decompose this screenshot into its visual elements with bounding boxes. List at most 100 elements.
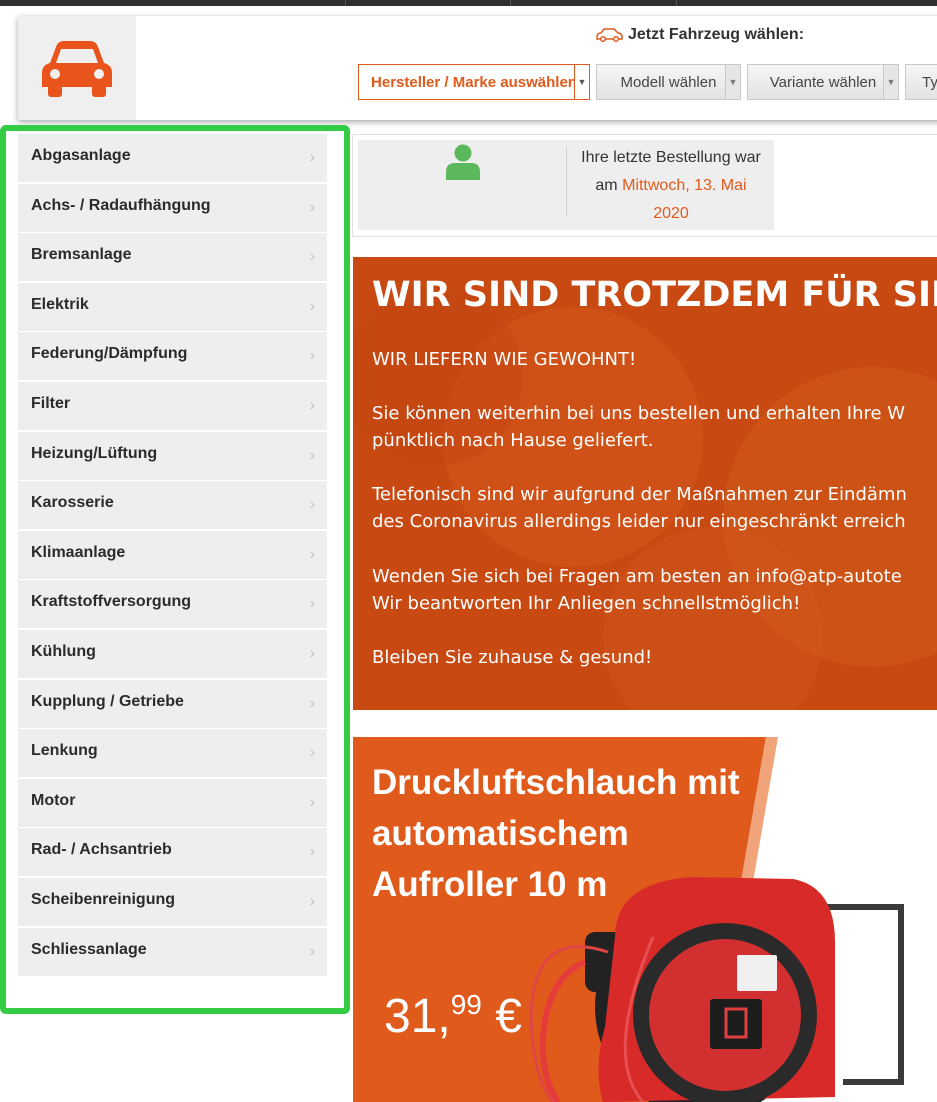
category-item[interactable]: Lenkung ›: [18, 729, 327, 778]
promo-title: Druckluftschlauch mit automatischem Aufr…: [372, 757, 740, 910]
category-label: Lenkung: [31, 742, 98, 760]
price-currency: €: [481, 990, 522, 1043]
last-order-year[interactable]: 2020: [653, 205, 689, 222]
chevron-right-icon: ›: [309, 149, 315, 166]
category-item[interactable]: Achs- / Radaufhängung ›: [18, 183, 327, 232]
category-label: Bremsanlage: [31, 246, 132, 264]
variant-select-label: Variante wählen: [769, 73, 877, 91]
category-item[interactable]: Karosserie ›: [18, 481, 327, 530]
top-nav-strip: [0, 0, 937, 6]
info-banner[interactable]: WIR SIND TROTZDEM FÜR SIE WIR LIEFERN WI…: [353, 257, 937, 710]
banner-text-line: des Coronavirus allerdings leider nur ei…: [372, 511, 906, 532]
chevron-right-icon: ›: [309, 892, 315, 910]
promo-price: 31,99 €: [384, 989, 522, 1044]
category-label: Karosserie: [31, 494, 114, 512]
category-item[interactable]: Elektrik ›: [18, 282, 327, 331]
category-label: Elektrik: [31, 295, 89, 313]
vehicle-selector-header: Jetzt Fahrzeug wählen: Hersteller / Mark…: [18, 16, 937, 120]
category-label: Rad- / Achsantrieb: [31, 841, 172, 859]
category-item[interactable]: Kupplung / Getriebe ›: [18, 679, 327, 728]
vehicle-prompt: Jetzt Fahrzeug wählen:: [594, 26, 804, 44]
variant-select[interactable]: Variante wählen ▼: [747, 64, 899, 100]
chevron-right-icon: ›: [309, 496, 315, 514]
top-nav-separator: [345, 0, 346, 6]
divider: [566, 146, 567, 216]
category-label: Kraftstoffversorgung: [31, 593, 192, 611]
chevron-right-icon: ›: [309, 744, 315, 762]
chevron-right-icon: ›: [309, 793, 315, 811]
banner-text-line: Bleiben Sie zuhause & gesund!: [372, 647, 653, 668]
last-order-text: Ihre letzte Bestellung war am Mittwoch, …: [573, 144, 769, 228]
chevron-right-icon: ›: [309, 595, 315, 613]
promo-title-line: Druckluftschlauch mit: [372, 763, 740, 802]
category-item[interactable]: Abgasanlage ›: [18, 134, 327, 182]
car-icon: [42, 41, 112, 97]
model-select-label: Modell wählen: [620, 73, 717, 91]
category-item[interactable]: Scheibenreinigung ›: [18, 877, 327, 926]
category-item[interactable]: Motor ›: [18, 778, 327, 827]
chevron-right-icon: ›: [309, 297, 315, 315]
user-icon[interactable]: [446, 144, 480, 180]
category-label: Klimaanlage: [31, 543, 126, 561]
chevron-right-icon: ›: [309, 347, 315, 365]
category-item[interactable]: Heizung/Lüftung ›: [18, 431, 327, 480]
chevron-right-icon: ›: [309, 198, 315, 216]
category-label: Kupplung / Getriebe: [31, 692, 184, 710]
chevron-down-icon: ▼: [574, 65, 589, 99]
model-select[interactable]: Modell wählen ▼: [596, 64, 741, 100]
category-label: Motor: [31, 791, 76, 809]
last-order-prefix: am: [595, 177, 618, 194]
chevron-right-icon: ›: [309, 446, 315, 464]
vehicle-prompt-label: Jetzt Fahrzeug wählen:: [628, 26, 805, 43]
category-label: Heizung/Lüftung: [31, 444, 158, 462]
last-order-date[interactable]: Mittwoch, 13. Mai: [622, 177, 746, 194]
promo-title-line: Aufroller 10 m: [372, 865, 608, 904]
car-outline-icon: [596, 28, 623, 43]
chevron-right-icon: ›: [309, 644, 315, 662]
category-item[interactable]: Filter ›: [18, 381, 327, 430]
banner-subtitle: WIR LIEFERN WIE GEWOHNT!: [372, 349, 637, 370]
banner-text-line: Sie können weiterhin bei uns bestellen u…: [372, 403, 906, 424]
category-label: Filter: [31, 394, 71, 412]
brand-select-label: Hersteller / Marke auswählen: [371, 73, 577, 91]
category-item[interactable]: Kühlung ›: [18, 629, 327, 678]
chevron-right-icon: ›: [309, 396, 315, 414]
category-label: Kühlung: [31, 642, 96, 660]
category-item[interactable]: Rad- / Achsantrieb ›: [18, 828, 327, 877]
type-select-label: Typ: [922, 73, 937, 91]
last-order-line1: Ihre letzte Bestellung war: [581, 149, 761, 166]
last-order-box: Ihre letzte Bestellung war am Mittwoch, …: [358, 140, 774, 230]
category-item[interactable]: Bremsanlage ›: [18, 233, 327, 282]
banner-text-line: pünktlich nach Hause geliefert.: [372, 430, 654, 451]
category-list: Abgasanlage › Achs- / Radaufhängung › Brem…: [18, 134, 327, 977]
category-label: Schliessanlage: [31, 940, 147, 958]
category-label: Achs- / Radaufhängung: [31, 196, 211, 214]
banner-text-line: Wir beantworten Ihr Anliegen schnellstmö…: [372, 593, 801, 614]
brand-select[interactable]: Hersteller / Marke auswählen ▼: [358, 64, 590, 100]
chevron-right-icon: ›: [309, 694, 315, 712]
category-label: Scheibenreinigung: [31, 890, 176, 908]
price-cents: 99: [450, 989, 482, 1020]
chevron-right-icon: ›: [309, 942, 315, 960]
banner-text-line: Wenden Sie sich bei Fragen am besten an …: [372, 566, 902, 587]
type-select[interactable]: Typ: [905, 64, 937, 100]
chevron-right-icon: ›: [309, 843, 315, 861]
category-item[interactable]: Federung/Dämpfung ›: [18, 332, 327, 381]
chevron-down-icon: ▼: [725, 65, 740, 99]
category-item[interactable]: Klimaanlage ›: [18, 530, 327, 579]
chevron-down-icon: ▼: [883, 65, 898, 99]
category-item[interactable]: Kraftstoffversorgung ›: [18, 580, 327, 629]
chevron-right-icon: ›: [309, 248, 315, 266]
logo[interactable]: [18, 16, 136, 120]
top-nav-separator: [676, 0, 677, 6]
top-nav-separator: [510, 0, 511, 6]
category-item[interactable]: Schliessanlage ›: [18, 927, 327, 976]
promo-title-line: automatischem: [372, 814, 629, 853]
category-label: Abgasanlage: [31, 147, 131, 164]
chevron-right-icon: ›: [309, 545, 315, 563]
category-label: Federung/Dämpfung: [31, 345, 188, 363]
product-promo[interactable]: Druckluftschlauch mit automatischem Aufr…: [353, 737, 937, 1102]
price-integer: 31,: [384, 990, 451, 1043]
banner-text-line: Telefonisch sind wir aufgrund der Maßnah…: [372, 484, 907, 505]
banner-title: WIR SIND TROTZDEM FÜR SIE: [372, 275, 937, 315]
